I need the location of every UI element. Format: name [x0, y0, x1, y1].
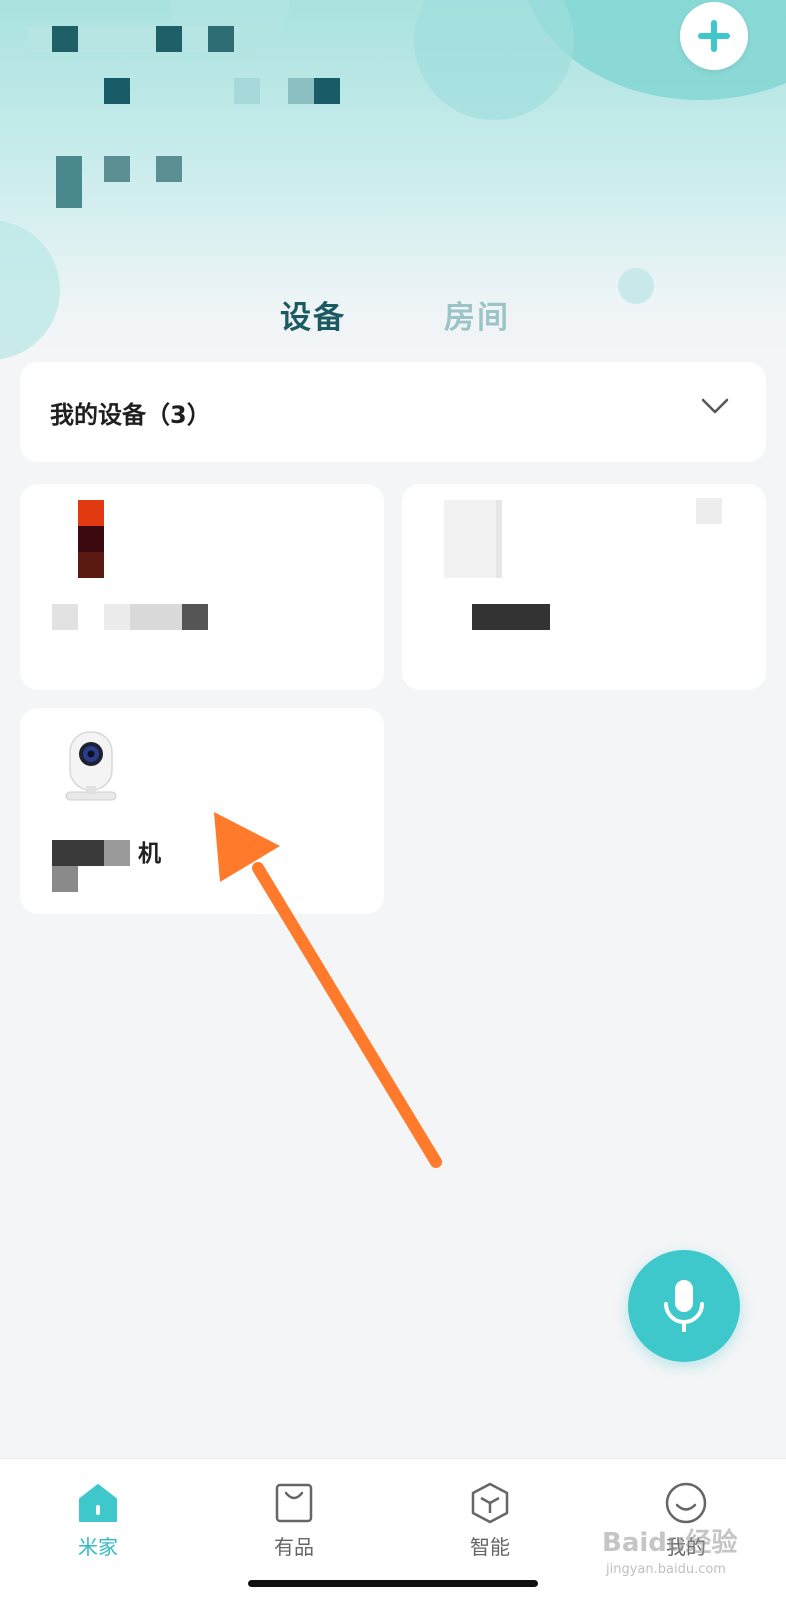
nav-label-home: 米家	[78, 1535, 118, 1559]
hexagon-cube-icon	[471, 1482, 509, 1524]
nav-label-smart: 智能	[470, 1535, 510, 1559]
shopping-bag-icon	[275, 1483, 313, 1523]
nav-item-youpin[interactable]: 有品	[244, 1481, 344, 1560]
home-icon	[79, 1484, 117, 1522]
annotation-arrow	[214, 812, 442, 1168]
nav-item-home[interactable]: 米家	[48, 1481, 148, 1560]
home-indicator	[248, 1580, 538, 1587]
watermark-url: jingyan.baidu.com	[606, 1562, 726, 1577]
voice-assistant-button[interactable]	[628, 1250, 740, 1362]
nav-label-youpin: 有品	[274, 1535, 314, 1559]
nav-item-smart[interactable]: 智能	[440, 1481, 540, 1560]
microphone-icon	[664, 1280, 704, 1332]
smiley-profile-icon	[665, 1482, 707, 1524]
watermark-logo: Baidu经验	[602, 1528, 738, 1558]
